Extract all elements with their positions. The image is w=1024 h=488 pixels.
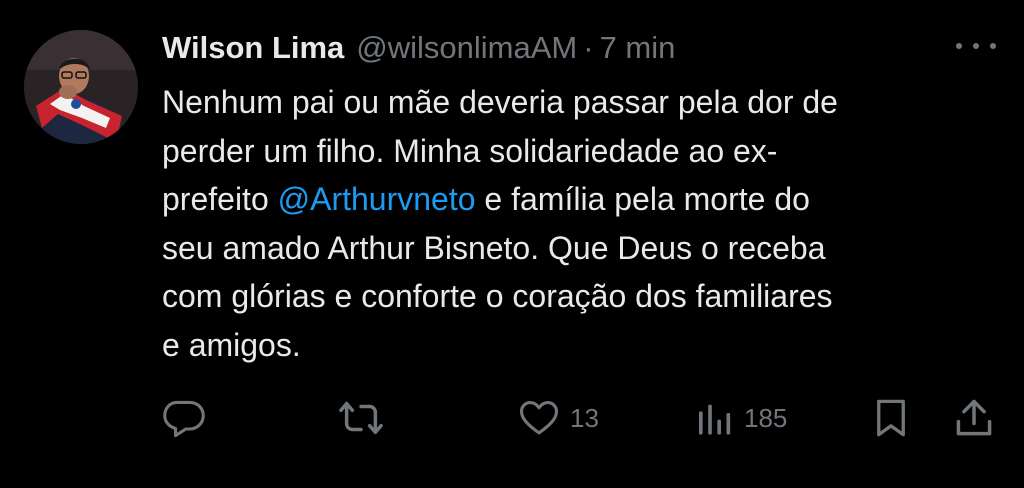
tweet: Wilson Lima @wilsonlimaAM · 7 min Nenhum… bbox=[0, 0, 1024, 488]
avatar-photo bbox=[24, 30, 138, 144]
tweet-header: Wilson Lima @wilsonlimaAM · 7 min bbox=[162, 26, 675, 70]
share-button[interactable] bbox=[952, 392, 996, 444]
tweet-text: Nenhum pai ou mãe deveria passar pela do… bbox=[162, 78, 1002, 369]
analytics-icon bbox=[699, 404, 731, 435]
tweet-line: Nenhum pai ou mãe deveria passar pela do… bbox=[162, 84, 838, 120]
avatar[interactable] bbox=[24, 30, 138, 144]
views-count: 185 bbox=[744, 402, 788, 433]
tweet-line: seu amado Arthur Bisneto. Que Deus o rec… bbox=[162, 229, 826, 266]
tweet-line: prefeito @Arthurvneto e família pela mor… bbox=[162, 181, 810, 217]
heart-icon bbox=[519, 401, 559, 435]
share-icon bbox=[956, 399, 992, 436]
bookmark-icon bbox=[877, 399, 905, 437]
reply-button[interactable] bbox=[162, 392, 206, 444]
reply-icon bbox=[163, 400, 205, 438]
more-options-icon[interactable] bbox=[956, 36, 996, 56]
display-name[interactable]: Wilson Lima bbox=[162, 26, 344, 70]
bookmark-button[interactable] bbox=[870, 392, 912, 444]
tweet-line: com glórias e conforte o coração dos fam… bbox=[162, 278, 833, 314]
user-handle[interactable]: @wilsonlimaAM bbox=[356, 26, 577, 70]
retweet-button[interactable] bbox=[338, 392, 384, 444]
separator-dot: · bbox=[583, 30, 594, 65]
views-button[interactable]: 185 bbox=[694, 392, 787, 444]
like-count: 13 bbox=[570, 402, 599, 433]
like-button[interactable]: 13 bbox=[518, 392, 599, 444]
tweet-line: e amigos. bbox=[162, 326, 301, 363]
retweet-icon bbox=[339, 401, 383, 435]
mention-link[interactable]: @Arthurvneto bbox=[278, 181, 476, 217]
timestamp[interactable]: 7 min bbox=[600, 26, 676, 70]
tweet-line: perder um filho. Minha solidariedade ao … bbox=[162, 132, 778, 169]
action-bar: 13 185 bbox=[0, 392, 1024, 444]
